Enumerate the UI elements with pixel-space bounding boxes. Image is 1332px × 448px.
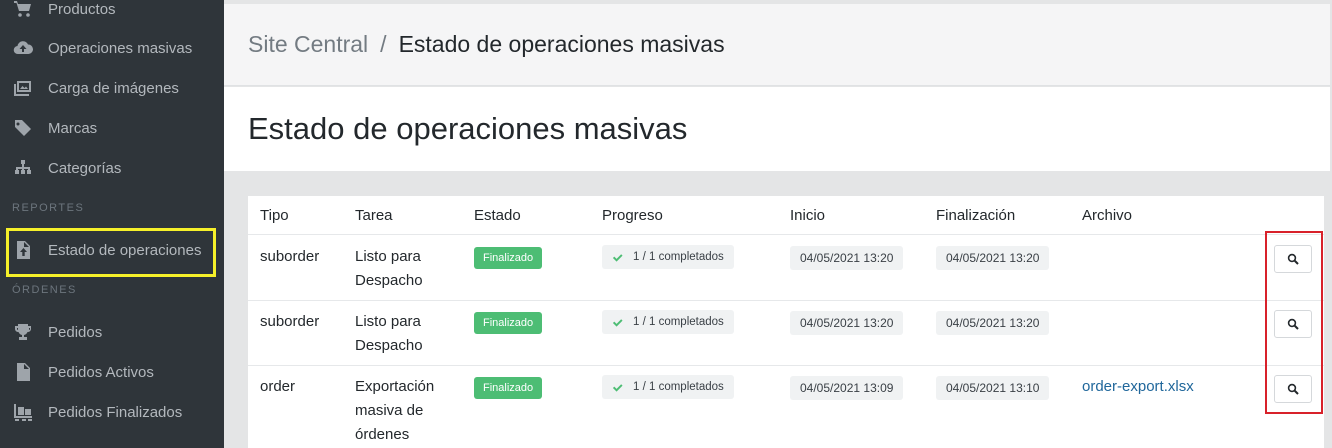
sidebar-item-label: Operaciones masivas	[48, 39, 193, 57]
check-icon	[612, 383, 623, 392]
status-badge: Finalizado	[474, 247, 543, 269]
end-date: 04/05/2021 13:20	[936, 311, 1050, 335]
cell-tarea: Despacho	[355, 272, 423, 289]
sidebar-section-reportes: REPORTES	[12, 202, 85, 214]
check-icon	[612, 253, 623, 262]
page-header: Estado de operaciones masivas	[224, 87, 1330, 171]
sidebar-item-categorias[interactable]: Categorías	[0, 148, 224, 188]
sidebar-item-label: Productos	[48, 0, 116, 18]
start-date: 04/05/2021 13:20	[790, 246, 904, 270]
cell-tipo: suborder	[260, 248, 320, 265]
pallet-icon	[11, 400, 35, 424]
sidebar-item-operaciones-masivas[interactable]: Operaciones masivas	[0, 28, 224, 68]
images-icon	[11, 76, 35, 100]
progress-text: 1 / 1 completados	[633, 251, 724, 263]
operations-table: Tipo Tarea Estado Progreso Inicio Finali…	[248, 196, 1324, 448]
check-icon	[612, 318, 623, 327]
sidebar-item-label: Pedidos Activos	[48, 363, 154, 381]
cell-tipo: suborder	[260, 313, 320, 330]
breadcrumb-separator: /	[380, 31, 387, 57]
column-header-inicio: Inicio	[790, 207, 826, 224]
tags-icon	[11, 116, 35, 140]
column-header-finalizacion: Finalización	[936, 207, 1016, 224]
end-date: 04/05/2021 13:10	[936, 376, 1050, 400]
column-header-tarea: Tarea	[355, 207, 393, 224]
progress-indicator: 1 / 1 completados	[602, 375, 734, 399]
sidebar: Productos Operaciones masivas Carga de i…	[0, 0, 224, 448]
cell-tarea: órdenes	[355, 426, 410, 443]
start-date: 04/05/2021 13:20	[790, 311, 904, 335]
sidebar-item-label: Categorías	[48, 159, 122, 177]
column-header-estado: Estado	[474, 207, 521, 224]
breadcrumb: Site Central / Estado de operaciones mas…	[224, 4, 1330, 86]
status-badge: Finalizado	[474, 377, 543, 399]
status-badge: Finalizado	[474, 312, 543, 334]
table-divider	[248, 234, 1324, 235]
breadcrumb-current: Estado de operaciones masivas	[398, 31, 725, 57]
cell-tarea: Listo para	[355, 248, 421, 265]
sidebar-item-label: Marcas	[48, 119, 98, 137]
sidebar-item-productos[interactable]: Productos	[0, 0, 224, 29]
cell-tarea: masiva de	[355, 402, 424, 419]
table-divider	[248, 300, 1324, 301]
sidebar-item-carga-imagenes[interactable]: Carga de imágenes	[0, 68, 224, 108]
sidebar-section-ordenes: ÓRDENES	[12, 284, 77, 296]
page-title: Estado de operaciones masivas	[248, 111, 688, 146]
cell-tarea: Despacho	[355, 337, 423, 354]
document-icon	[11, 360, 35, 384]
sidebar-item-marcas[interactable]: Marcas	[0, 108, 224, 148]
highlight-box	[1265, 231, 1323, 414]
cloud-upload-icon	[11, 36, 35, 60]
cell-tipo: order	[260, 378, 296, 395]
cell-tarea: Exportación	[355, 378, 435, 395]
start-date: 04/05/2021 13:09	[790, 376, 904, 400]
column-header-tipo: Tipo	[260, 207, 289, 224]
file-download-link[interactable]: order-export.xlsx	[1082, 378, 1194, 395]
cell-tarea: Listo para	[355, 313, 421, 330]
progress-indicator: 1 / 1 completados	[602, 310, 734, 334]
sidebar-item-label: Carga de imágenes	[48, 79, 179, 97]
cart-icon	[11, 0, 35, 21]
highlight-box	[6, 228, 216, 277]
breadcrumb-root[interactable]: Site Central	[248, 31, 368, 58]
column-header-progreso: Progreso	[602, 207, 663, 224]
sidebar-item-label: Pedidos Finalizados	[48, 403, 183, 421]
trophy-icon	[11, 320, 35, 344]
sidebar-item-pedidos[interactable]: Pedidos	[0, 312, 224, 352]
progress-text: 1 / 1 completados	[633, 316, 724, 328]
sitemap-icon	[11, 156, 35, 180]
sidebar-item-pedidos-finalizados[interactable]: Pedidos Finalizados	[0, 392, 224, 432]
sidebar-item-label: Pedidos	[48, 323, 103, 341]
table-divider	[248, 365, 1324, 366]
column-header-archivo: Archivo	[1082, 207, 1133, 224]
end-date: 04/05/2021 13:20	[936, 246, 1050, 270]
progress-indicator: 1 / 1 completados	[602, 245, 734, 269]
progress-text: 1 / 1 completados	[633, 381, 724, 393]
sidebar-item-pedidos-activos[interactable]: Pedidos Activos	[0, 352, 224, 392]
